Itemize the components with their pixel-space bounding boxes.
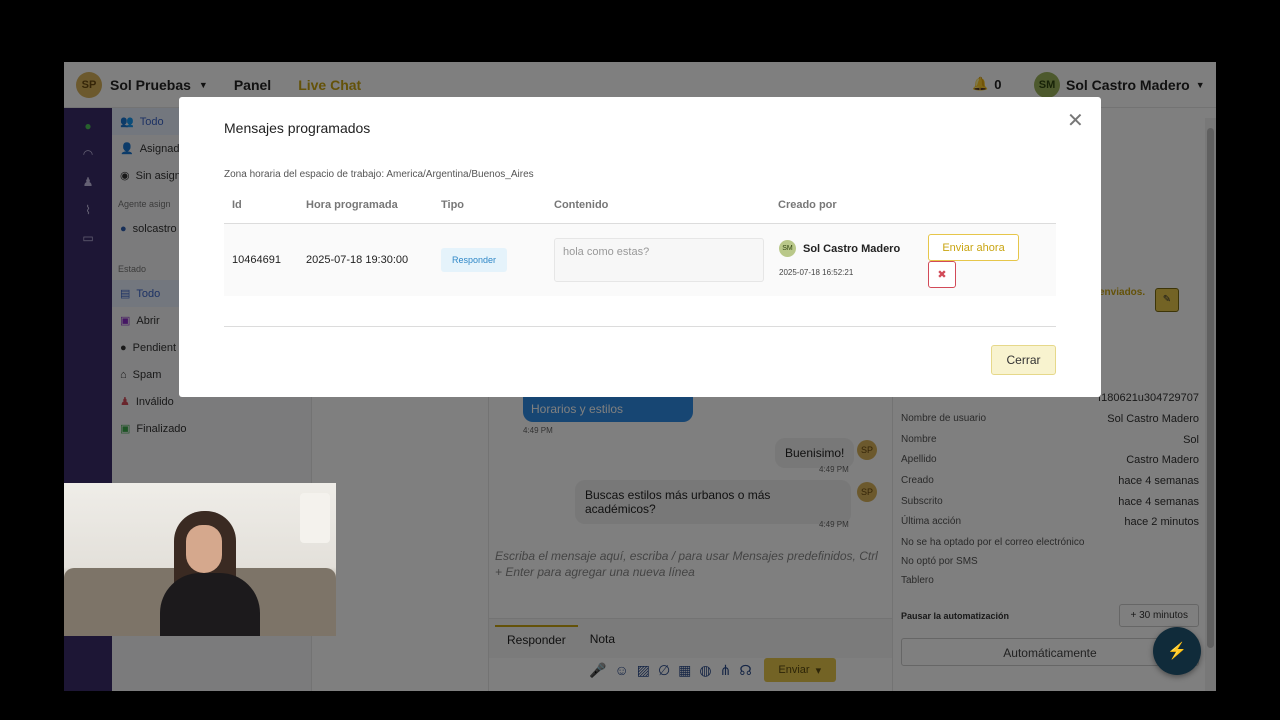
send-now-button[interactable]: Enviar ahora (928, 234, 1019, 261)
content-preview: hola como estas? (554, 238, 764, 282)
creator-avatar: SM (779, 240, 796, 257)
close-icon[interactable]: ✕ (1067, 111, 1084, 131)
close-button[interactable]: Cerrar (991, 345, 1056, 375)
column-header-id: Id (232, 199, 242, 211)
webcam-background-lamp (300, 493, 330, 543)
timezone-note: Zona horaria del espacio de trabajo: Ame… (224, 169, 534, 180)
column-header-tipo: Tipo (441, 199, 465, 211)
cell-id: 10464691 (232, 254, 281, 266)
column-header-contenido: Contenido (554, 199, 609, 211)
created-date: 2025-07-18 16:52:21 (779, 268, 854, 277)
type-badge: Responder (441, 248, 507, 272)
table-footer-divider (224, 326, 1056, 327)
modal-title: Mensajes programados (224, 120, 371, 136)
webcam-overlay (64, 483, 336, 636)
webcam-person-body (160, 573, 260, 636)
column-header-hora: Hora programada (306, 199, 398, 211)
close-icon: ✖ (937, 269, 947, 281)
column-header-creado: Creado por (778, 199, 837, 211)
creator-name: Sol Castro Madero (803, 243, 901, 255)
table-row: 10464691 2025-07-18 19:30:00 Responder h… (224, 224, 1056, 296)
cell-hora: 2025-07-18 19:30:00 (306, 254, 409, 266)
scheduled-messages-modal: Mensajes programados ✕ Zona horaria del … (179, 97, 1101, 397)
webcam-person-face (186, 525, 222, 573)
lightning-icon: ⚡ (1167, 643, 1187, 660)
delete-button[interactable]: ✖ (928, 261, 956, 288)
quick-action-button[interactable]: ⚡ (1153, 627, 1201, 675)
